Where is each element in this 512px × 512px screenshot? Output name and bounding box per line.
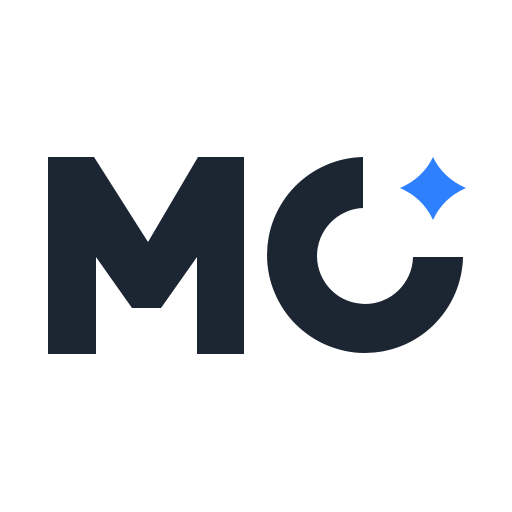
logo-letter-m — [48, 157, 244, 354]
app-icon-canvas: MC — [0, 0, 512, 512]
sparkle-icon — [400, 157, 466, 220]
mc-logo: MC — [48, 157, 466, 354]
